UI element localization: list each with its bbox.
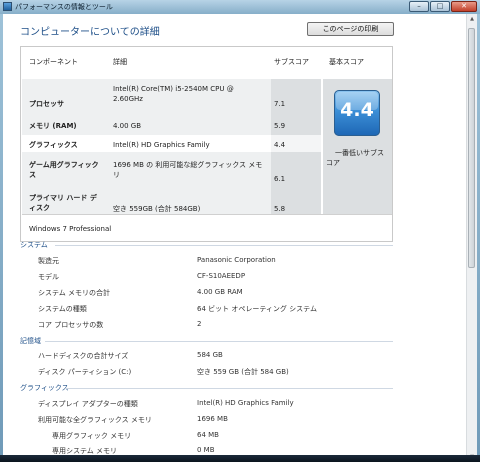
detail-processor-line2: 2.60GHz xyxy=(113,95,143,103)
component-processor: プロセッサ xyxy=(29,100,64,108)
value-core-count: 2 xyxy=(197,320,202,328)
group-title-system: システム xyxy=(20,241,48,249)
component-gaming-graphics-line1: ゲーム用グラフィック xyxy=(29,161,99,169)
subscore-gaming-graphics: 6.1 xyxy=(274,175,286,183)
base-score-caption-line2: コア xyxy=(326,159,340,167)
group-title-graphics: グラフィックス xyxy=(20,384,69,392)
scroll-up-arrow-icon[interactable]: ▲ xyxy=(467,14,477,24)
subscore-graphics: 4.4 xyxy=(274,141,286,149)
header-subscore: サブスコア xyxy=(274,58,309,66)
performance-info-window: パフォーマンスの情報とツール – □ ✕ コンピューターについての詳細 このペー… xyxy=(0,0,480,462)
value-model: CF-S10AEEDP xyxy=(197,272,246,280)
os-edition: Windows 7 Professional xyxy=(29,225,112,233)
scrollbar-thumb[interactable] xyxy=(468,28,475,268)
detail-hard-disk: 空き 559GB (合計 584GB) xyxy=(113,205,201,213)
base-score-value: 4.4 xyxy=(340,99,374,121)
component-memory: メモリ (RAM) xyxy=(29,122,77,130)
label-core-count: コア プロセッサの数 xyxy=(38,321,104,329)
value-dedicated-system-memory: 0 MB xyxy=(197,446,215,454)
component-graphics: グラフィックス xyxy=(29,141,78,149)
print-page-button[interactable]: このページの印刷 xyxy=(307,22,394,36)
table-row: グラフィックス xyxy=(29,140,78,150)
minimize-button[interactable]: – xyxy=(409,1,429,12)
value-display-adapter: Intel(R) HD Graphics Family xyxy=(197,399,294,407)
label-total-memory: システム メモリの合計 xyxy=(38,289,111,297)
detail-memory: 4.00 GB xyxy=(113,122,142,130)
subscore-processor: 7.1 xyxy=(274,100,286,108)
value-dedicated-graphics-memory: 64 MB xyxy=(197,431,219,439)
table-row: ィスク xyxy=(29,203,50,213)
header-base-score: 基本スコア xyxy=(329,58,364,66)
detail-processor-line1: Intel(R) Core(TM) i5-2540M CPU @ xyxy=(113,85,234,93)
group-title-storage: 記憶域 xyxy=(20,337,41,345)
table-row: プライマリ ハード デ xyxy=(29,193,97,203)
subscore-hard-disk: 5.8 xyxy=(274,205,286,213)
table-row: プロセッサ xyxy=(29,99,64,109)
maximize-button[interactable]: □ xyxy=(430,1,450,12)
divider xyxy=(45,341,393,342)
base-score-caption-line1: 一番低いサブス xyxy=(335,149,384,157)
detail-gaming-graphics-line2: リ xyxy=(113,171,120,179)
base-score-badge: 4.4 xyxy=(334,90,380,136)
page-title: コンピューターについての詳細 xyxy=(20,27,160,38)
window-title: パフォーマンスの情報とツール xyxy=(15,3,113,11)
table-row: メモリ (RAM) xyxy=(29,121,77,131)
value-disk-partition: 空き 559 GB (合計 584 GB) xyxy=(197,368,289,376)
label-manufacturer: 製造元 xyxy=(38,257,59,265)
component-gaming-graphics-line2: ス xyxy=(29,171,36,179)
app-icon xyxy=(3,2,12,11)
label-dedicated-graphics-memory: 専用グラフィック メモリ xyxy=(52,432,132,440)
divider xyxy=(22,214,392,215)
taskbar-edge xyxy=(0,455,480,462)
label-display-adapter: ディスプレイ アダプターの種類 xyxy=(38,400,138,408)
vertical-scrollbar[interactable]: ▲ ▼ xyxy=(466,14,477,462)
value-total-memory: 4.00 GB RAM xyxy=(197,288,243,296)
divider xyxy=(55,245,393,246)
label-model: モデル xyxy=(38,273,59,281)
subscore-memory: 5.9 xyxy=(274,122,286,130)
value-manufacturer: Panasonic Corporation xyxy=(197,256,276,264)
component-hard-disk-line1: プライマリ ハード デ xyxy=(29,194,97,202)
label-system-type: システムの種類 xyxy=(38,305,87,313)
title-bar[interactable]: パフォーマンスの情報とツール – □ ✕ xyxy=(0,0,480,14)
value-total-graphics-memory: 1696 MB xyxy=(197,415,228,423)
table-row: ス xyxy=(29,170,36,180)
header-detail: 詳細 xyxy=(113,58,127,66)
close-button[interactable]: ✕ xyxy=(451,1,477,12)
detail-gaming-graphics-line1: 1696 MB の 利用可能な総グラフィックス メモ xyxy=(113,161,263,169)
label-total-graphics-memory: 利用可能な全グラフィックス メモリ xyxy=(38,416,152,424)
component-hard-disk-line2: ィスク xyxy=(29,204,50,212)
header-component: コンポーネント xyxy=(29,58,78,66)
content-pane: コンピューターについての詳細 このページの印刷 コンポーネント 詳細 サブスコア… xyxy=(3,14,477,462)
label-disk-size: ハードディスクの合計サイズ xyxy=(38,352,129,360)
label-disk-partition: ディスク パーティション (C:) xyxy=(38,368,132,376)
table-row: ゲーム用グラフィック xyxy=(29,160,99,170)
divider xyxy=(65,388,393,389)
score-table: コンポーネント 詳細 サブスコア 基本スコア プロセッサ Intel(R) Co… xyxy=(20,46,393,242)
detail-graphics: Intel(R) HD Graphics Family xyxy=(113,141,210,149)
value-disk-size: 584 GB xyxy=(197,351,223,359)
value-system-type: 64 ビット オペレーティング システム xyxy=(197,305,317,313)
